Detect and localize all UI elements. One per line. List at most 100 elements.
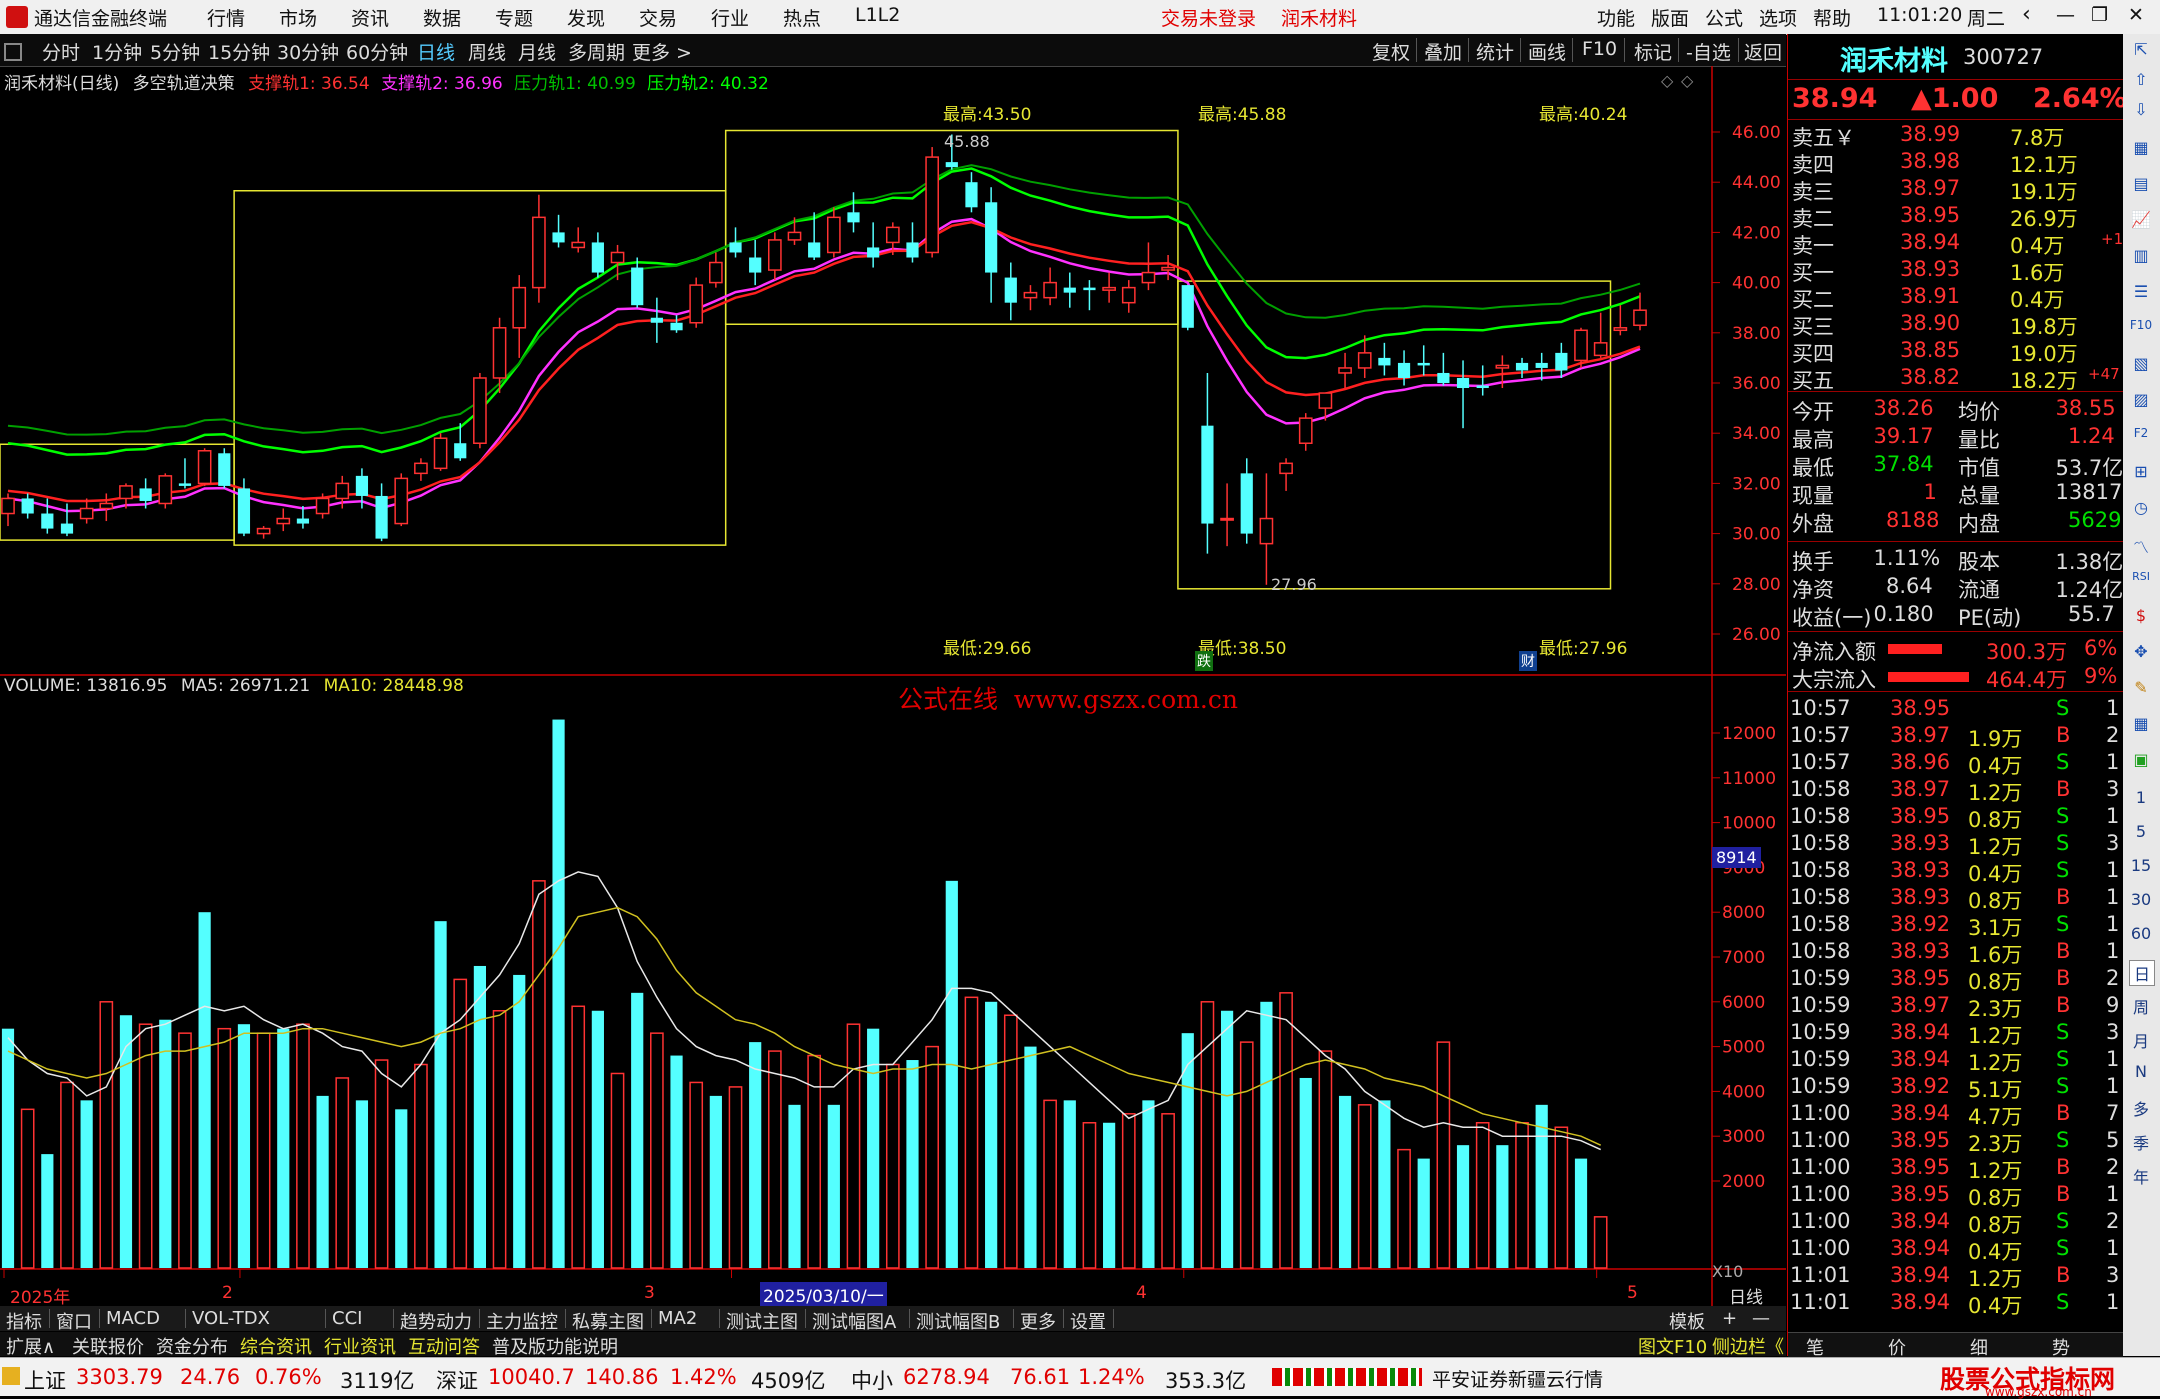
move-icon[interactable]: ✥ [2129,642,2153,661]
up-arrow-icon[interactable]: ⇧ [2129,70,2153,89]
line-chart-icon[interactable]: 📈 [2129,210,2153,229]
indicator-tab[interactable]: 主力监控 [486,1308,558,1334]
action-button[interactable]: 标记 [1634,38,1672,65]
period-tab[interactable]: 多周期 [568,38,625,65]
tick-row[interactable]: 10:59 38.95 0.8万 B 2 [1788,966,2123,994]
indicator-tab[interactable]: 窗口 [56,1308,92,1334]
menu-item[interactable]: 选项 [1759,4,1797,31]
period-1[interactable]: 1 [2129,788,2153,807]
info-tab[interactable]: 综合资讯 [240,1333,312,1359]
indicator-tab[interactable]: 私募主图 [572,1308,644,1334]
period-multi[interactable]: 多 [2129,1096,2153,1120]
period-30[interactable]: 30 [2129,890,2153,909]
tick-row[interactable]: 11:00 38.95 0.8万 B 1 [1788,1182,2123,1210]
tick-row[interactable]: 10:58 38.95 0.8万 S 1 [1788,804,2123,832]
kline-icon[interactable]: ▥ [2129,246,2153,265]
index-label[interactable]: 中小 [851,1365,893,1395]
indicator-tab[interactable]: 趋势动力 [400,1308,472,1334]
indicator-tab[interactable]: 测试主图 [726,1308,798,1334]
indicator-tab[interactable]: VOL-TDX [192,1308,270,1329]
period-tab[interactable]: 月线 [518,38,556,65]
menu-item[interactable]: 行情 [207,4,245,31]
tick-row[interactable]: 10:58 38.97 1.2万 B 3 [1788,777,2123,805]
chart-expand-icon[interactable]: ◇ [1681,71,1693,90]
indicator-name[interactable]: 多空轨道决策 [133,74,235,94]
action-button[interactable]: 叠加 [1424,38,1462,65]
tick-row[interactable]: 11:00 38.94 4.7万 B 7 [1788,1101,2123,1129]
tick-row[interactable]: 10:58 38.93 1.2万 S 3 [1788,831,2123,859]
menu-item[interactable]: 公式 [1705,4,1743,31]
period-tab[interactable]: 周线 [468,38,506,65]
back-arrow-icon[interactable]: ‹ [2022,2,2031,27]
tick-row[interactable]: 11:00 38.94 0.8万 S 2 [1788,1209,2123,1237]
menu-item[interactable]: L1L2 [855,4,900,26]
action-button[interactable]: 统计 [1476,38,1514,65]
info-tab[interactable]: 普及版功能说明 [492,1333,618,1359]
tick-row[interactable]: 10:59 38.94 1.2万 S 1 [1788,1047,2123,1075]
period-60[interactable]: 60 [2129,924,2153,943]
flow-row[interactable]: 大宗流入 464.4万 9% [1788,664,2123,692]
stat-row[interactable]: 今开 38.26 均价 38.55 [1788,396,2123,424]
menu-item[interactable]: 功能 [1597,4,1635,31]
chart-icon[interactable]: ▦ [2129,138,2153,157]
indicator-tab[interactable]: MACD [106,1308,160,1329]
bid-level[interactable]: 买三 38.90 19.8万 [1788,311,2123,339]
broker-name[interactable]: 平安证券新疆云行情 [1432,1365,1603,1392]
ask-level[interactable]: 卖四 38.98 12.1万 [1788,149,2123,177]
menu-item[interactable]: 专题 [495,4,533,31]
bid-level[interactable]: 买五 38.82 18.2万 +47 [1788,365,2123,393]
sidebar-toggle-button[interactable]: 侧边栏《 [1712,1333,1784,1359]
status-icon[interactable] [2,1367,20,1385]
f10-icon[interactable]: F10 [2129,318,2153,332]
period-season[interactable]: 季 [2129,1130,2153,1154]
action-button[interactable]: 复权 [1372,38,1410,65]
trade-login-status[interactable]: 交易未登录 [1161,4,1256,31]
grid-icon[interactable]: ⊞ [2129,462,2153,481]
list-icon[interactable]: ☰ [2129,282,2153,301]
finance-icon[interactable]: $ [2129,606,2153,625]
stat-row[interactable]: 净资 8.64 流通 1.24亿 [1788,574,2123,602]
diamond-icon[interactable]: ◇ [1661,71,1673,90]
menu-item[interactable]: 版面 [1651,4,1689,31]
period-more[interactable]: 更多 > [632,38,692,65]
period-tab[interactable]: 分时 [42,38,80,65]
menu-item[interactable]: 资讯 [351,4,389,31]
menu-item[interactable]: 行业 [711,4,749,31]
event-flag-finance[interactable]: 财 [1519,651,1537,671]
tick-row[interactable]: 10:58 38.93 0.8万 B 1 [1788,885,2123,913]
expand-arrow-icon[interactable]: ⇱ [2129,40,2153,59]
tick-row[interactable]: 11:01 38.94 1.2万 B 3 [1788,1263,2123,1291]
menu-item[interactable]: 发现 [567,4,605,31]
period-tab-selected[interactable]: 日线 [417,38,455,65]
period-month[interactable]: 月 [2129,1028,2153,1052]
tick-row[interactable]: 10:57 38.96 0.4万 S 1 [1788,750,2123,778]
period-n[interactable]: N [2129,1062,2153,1081]
info-tab[interactable]: 资金分布 [156,1333,228,1359]
tick-row[interactable]: 11:00 38.94 0.4万 S 1 [1788,1236,2123,1264]
indicator-tab[interactable]: 更多 [1020,1308,1056,1334]
stat-row[interactable]: 现量 1 总量 13817 [1788,480,2123,508]
period-5[interactable]: 5 [2129,822,2153,841]
index-label[interactable]: 深证 [436,1365,478,1395]
down-arrow-icon[interactable]: ⇩ [2129,100,2153,119]
news-icon[interactable]: ▧ [2129,354,2153,373]
period-tab[interactable]: 5分钟 [150,38,200,65]
doc-icon[interactable]: ▨ [2129,390,2153,409]
ask-level[interactable]: 卖五￥ 38.99 7.8万 [1788,122,2123,150]
window-icon[interactable] [4,43,22,61]
indicator-tab[interactable]: MA2 [658,1308,697,1329]
menu-item[interactable]: 交易 [639,4,677,31]
index-label[interactable]: 上证 [24,1365,66,1395]
grid2-icon[interactable]: ▦ [2129,714,2153,733]
menu-item[interactable]: 帮助 [1813,4,1851,31]
bid-level[interactable]: 买四 38.85 19.0万 [1788,338,2123,366]
tick-row[interactable]: 10:58 38.93 0.4万 S 1 [1788,858,2123,886]
period-tab[interactable]: 30分钟 [277,38,339,65]
ask-level[interactable]: 卖一 38.94 0.4万 +1 [1788,230,2123,258]
tick-row[interactable]: 11:00 38.95 2.3万 S 5 [1788,1128,2123,1156]
stat-row[interactable]: 最低 37.84 市值 53.7亿 [1788,452,2123,480]
action-button[interactable]: 画线 [1528,38,1566,65]
pen-icon[interactable]: ✎ [2129,678,2153,697]
add-favorite-button[interactable]: -自选 [1686,38,1731,65]
info-tab[interactable]: 扩展∧ [6,1333,55,1359]
